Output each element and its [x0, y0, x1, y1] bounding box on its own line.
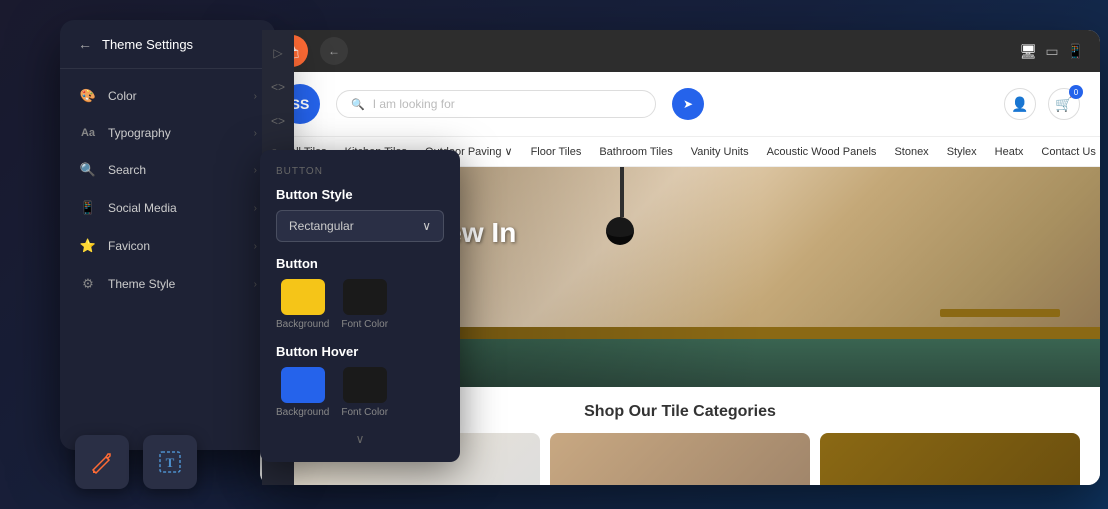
panel-menu: 🎨 Color › Aa Typography › 🔍 Search › 📱 S… [60, 69, 275, 311]
menu-item-social-label: Social Media [108, 201, 254, 215]
menu-item-search[interactable]: 🔍 Search › [60, 151, 275, 189]
menu-item-color[interactable]: 🎨 Color › [60, 77, 275, 115]
toolbar-play-icon[interactable]: ▷ [265, 40, 291, 66]
button-group-label: Button [276, 256, 444, 271]
menu-item-favicon[interactable]: ⭐ Favicon › [60, 227, 275, 265]
panel-header: ← Theme Settings [60, 20, 275, 69]
bottom-icons: T [75, 435, 197, 489]
menu-item-typography-label: Typography [108, 126, 254, 140]
site-search-bar[interactable]: 🔍 I am looking for [336, 90, 656, 118]
toolbar-code-icon-1[interactable]: <> [265, 74, 291, 100]
favicon-icon: ⭐ [78, 238, 98, 254]
nav-heatx[interactable]: Heatx [995, 138, 1024, 166]
button-section-label: BUTTON [276, 166, 444, 177]
nav-stylex[interactable]: Stylex [947, 138, 977, 166]
site-search-button[interactable]: ➤ [672, 88, 704, 120]
menu-item-favicon-label: Favicon [108, 239, 254, 253]
category-card-2[interactable] [550, 433, 810, 485]
device-selector: 🖥 ▭ 📱 [1020, 43, 1084, 60]
text-frame-icon: T [156, 448, 184, 476]
nav-stonex[interactable]: Stonex [894, 138, 928, 166]
nav-vanity-units[interactable]: Vanity Units [691, 138, 749, 166]
category-card-3[interactable] [820, 433, 1080, 485]
dropdown-arrow-icon: ∨ [422, 219, 431, 233]
edit-pen-icon [88, 448, 116, 476]
color-icon: 🎨 [78, 88, 98, 104]
menu-item-color-arrow: › [254, 91, 257, 102]
hover-bg-swatch-wrap: Background [276, 367, 329, 418]
theme-panel: ← Theme Settings 🎨 Color › Aa Typography… [60, 20, 275, 450]
button-swatches: Background Font Color [276, 279, 444, 330]
menu-item-theme-style-arrow: › [254, 279, 257, 290]
website-header: SS 🔍 I am looking for ➤ 👤 🛒 0 [260, 72, 1100, 137]
header-actions: 👤 🛒 0 [1004, 88, 1080, 120]
panel-back-button[interactable]: ← [78, 36, 92, 52]
desktop-icon[interactable]: 🖥 [1020, 43, 1038, 60]
nav-acoustic-wood[interactable]: Acoustic Wood Panels [767, 138, 877, 166]
menu-item-typography-arrow: › [254, 128, 257, 139]
menu-item-theme-style-label: Theme Style [108, 277, 254, 291]
button-hover-label: Button Hover [276, 344, 444, 359]
theme-style-icon: ⚙ [78, 276, 98, 292]
menu-item-search-label: Search [108, 163, 254, 177]
background-swatch[interactable] [281, 279, 325, 315]
bg-swatch-label: Background [276, 319, 329, 330]
browser-back-button[interactable]: ← [320, 37, 348, 65]
nav-floor-tiles[interactable]: Floor Tiles [531, 138, 582, 166]
browser-toolbar: 🛍 ← 🖥 ▭ 📱 [260, 30, 1100, 72]
menu-item-theme-style[interactable]: ⚙ Theme Style › [60, 265, 275, 303]
hover-background-swatch[interactable] [281, 367, 325, 403]
hover-font-label: Font Color [341, 407, 388, 418]
button-style-label: Button Style [276, 187, 444, 202]
hover-font-swatch[interactable] [343, 367, 387, 403]
social-media-icon: 📱 [78, 200, 98, 216]
font-color-swatch[interactable] [343, 279, 387, 315]
menu-item-social-media[interactable]: 📱 Social Media › [60, 189, 275, 227]
hover-font-swatch-wrap: Font Color [341, 367, 388, 418]
nav-bathroom-tiles[interactable]: Bathroom Tiles [599, 138, 672, 166]
edit-icon-box[interactable] [75, 435, 129, 489]
button-color-group: Button Background Font Color [276, 256, 444, 330]
button-style-value: Rectangular [289, 219, 354, 233]
menu-item-favicon-arrow: › [254, 241, 257, 252]
text-icon-box[interactable]: T [143, 435, 197, 489]
button-style-dropdown[interactable]: Rectangular ∨ [276, 210, 444, 242]
menu-item-social-arrow: › [254, 203, 257, 214]
menu-item-color-label: Color [108, 89, 254, 103]
font-swatch-label: Font Color [341, 319, 388, 330]
search-icon: 🔍 [78, 162, 98, 178]
hover-swatches: Background Font Color [276, 367, 444, 418]
button-hover-color-group: Button Hover Background Font Color [276, 344, 444, 418]
nav-contact[interactable]: Contact Us [1041, 138, 1095, 166]
bg-swatch-wrap: Background [276, 279, 329, 330]
mobile-icon[interactable]: 📱 [1067, 43, 1084, 60]
font-swatch-wrap: Font Color [341, 279, 388, 330]
typography-icon: Aa [78, 127, 98, 139]
hover-bg-label: Background [276, 407, 329, 418]
button-panel: BUTTON Button Style Rectangular ∨ Button… [260, 150, 460, 462]
toolbar-code-icon-2[interactable]: <> [265, 108, 291, 134]
panel-title: Theme Settings [102, 37, 193, 52]
user-icon[interactable]: 👤 [1004, 88, 1036, 120]
panel-scroll-down[interactable]: ∨ [276, 432, 444, 446]
svg-text:T: T [166, 455, 175, 470]
menu-item-typography[interactable]: Aa Typography › [60, 115, 275, 151]
menu-item-search-arrow: › [254, 165, 257, 176]
tablet-icon[interactable]: ▭ [1045, 43, 1058, 60]
cart-icon[interactable]: 🛒 0 [1048, 88, 1080, 120]
